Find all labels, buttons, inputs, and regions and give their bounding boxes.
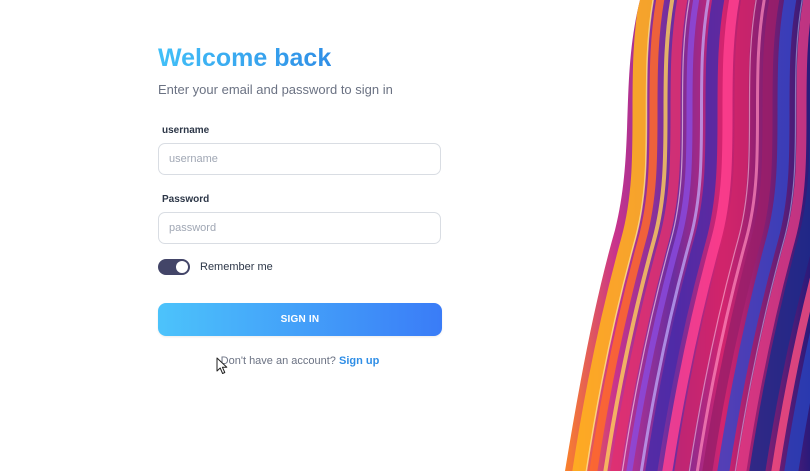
- remember-me-toggle[interactable]: [158, 259, 190, 275]
- page-subtitle: Enter your email and password to sign in: [158, 82, 393, 97]
- signin-button[interactable]: SIGN IN: [158, 303, 442, 336]
- username-label: username: [162, 125, 210, 136]
- signup-prompt: Don't have an account?: [220, 355, 336, 367]
- signup-link[interactable]: Sign up: [339, 355, 379, 367]
- background-art: [560, 0, 810, 471]
- password-label: Password: [162, 194, 210, 205]
- signup-row: Don't have an account? Sign up: [158, 354, 442, 368]
- username-input[interactable]: [158, 143, 441, 175]
- remember-me-label: Remember me: [200, 261, 273, 273]
- signin-form: Welcome back Enter your email and passwo…: [158, 0, 442, 471]
- toggle-knob: [176, 261, 188, 273]
- page-title: Welcome back: [158, 44, 332, 72]
- mouse-pointer-icon: [216, 357, 228, 374]
- password-input[interactable]: [158, 212, 441, 244]
